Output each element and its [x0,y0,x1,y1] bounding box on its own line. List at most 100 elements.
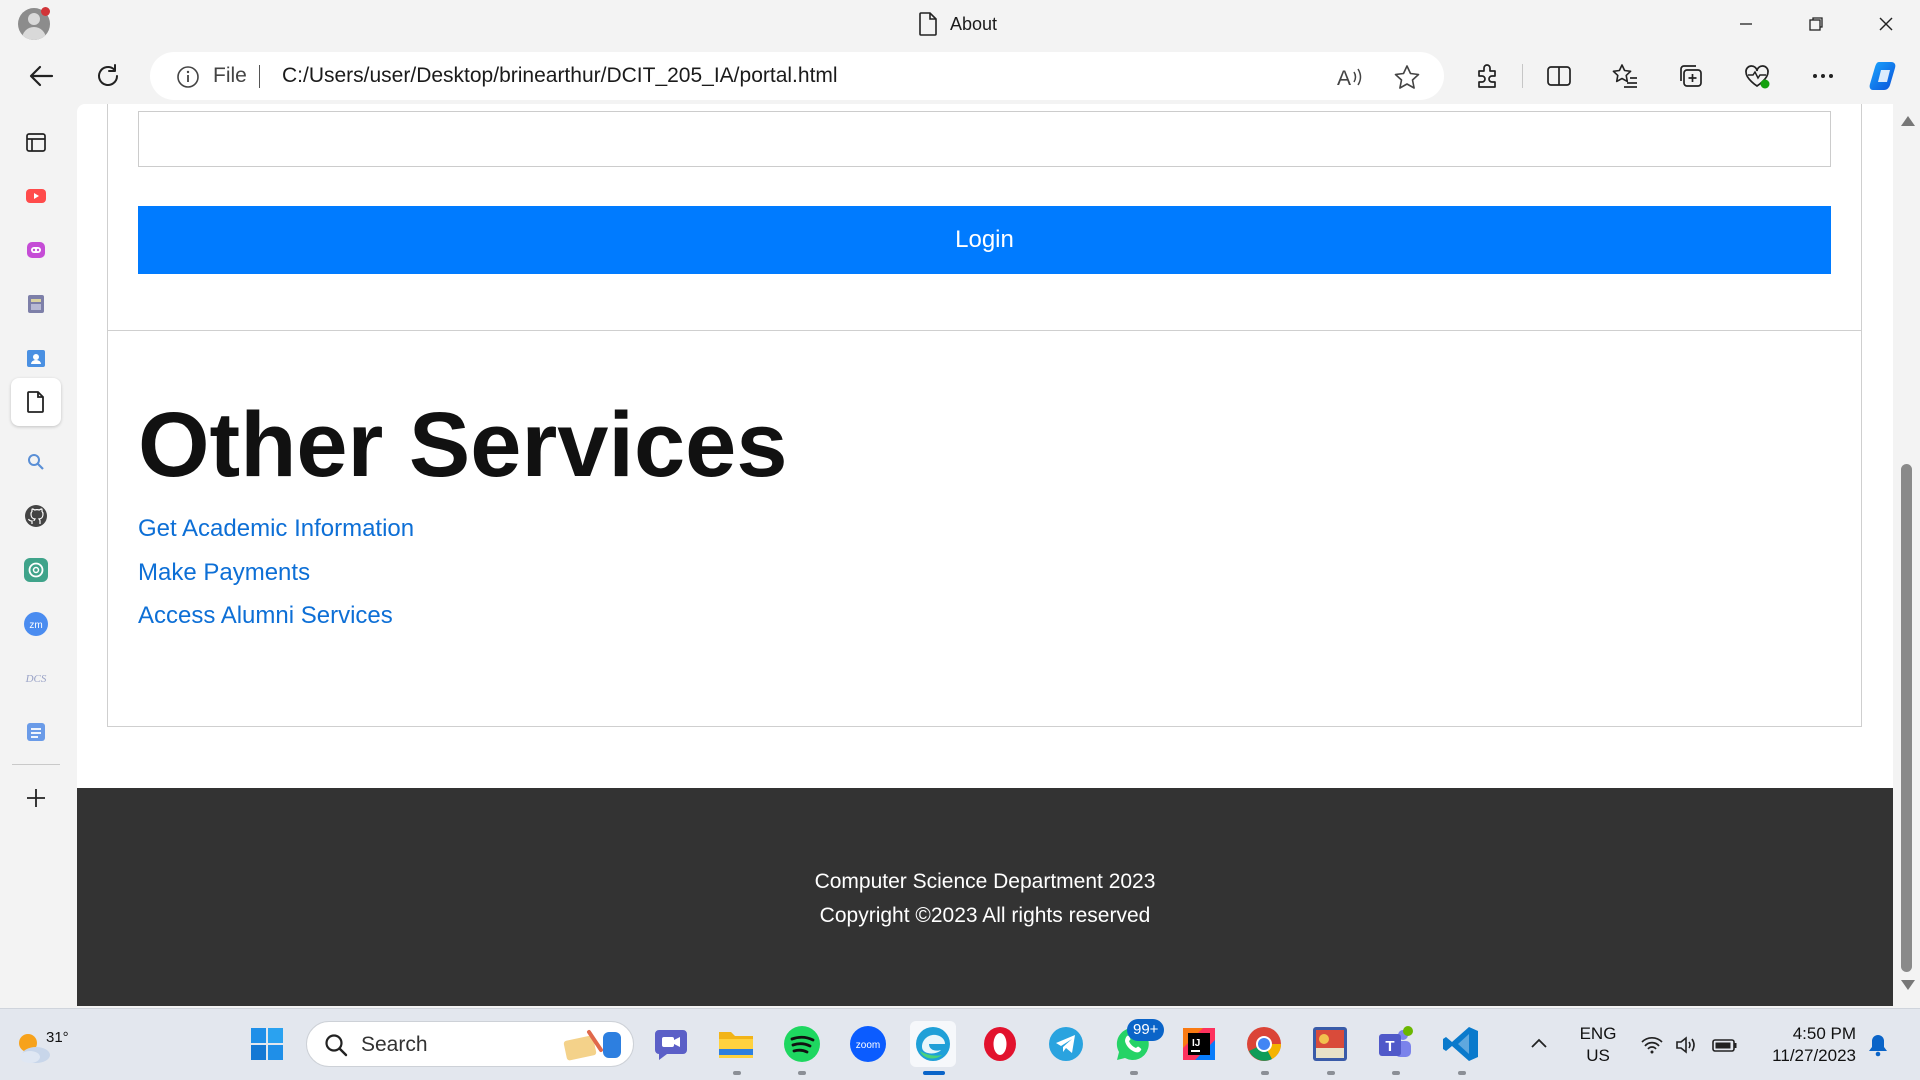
taskbar-opera[interactable] [977,1021,1023,1067]
academic-info-link[interactable]: Get Academic Information [138,515,414,543]
wifi-icon[interactable] [1640,1035,1664,1055]
minimize-button[interactable] [1728,8,1764,40]
browser-essentials-button[interactable] [1738,57,1776,95]
taskbar-zoom[interactable]: zoom [845,1021,891,1067]
back-button[interactable] [22,57,60,95]
sidebar-github[interactable] [11,492,61,540]
copilot-chat-icon [27,242,45,258]
search-icon [28,454,44,470]
telegram-icon [1049,1027,1083,1061]
chatgpt-icon [24,558,48,582]
scheme-label: File [213,64,247,87]
notes-icon [27,723,45,741]
start-icon [251,1028,283,1060]
sidebar-university[interactable] [11,280,61,328]
more-horizontal-icon [1813,74,1833,78]
svg-text:IJ: IJ [1192,1038,1200,1049]
taskbar-file-explorer[interactable] [713,1021,759,1067]
taskbar-edge[interactable] [910,1021,956,1067]
split-screen-button[interactable] [1540,57,1578,95]
url-text[interactable]: C:/Users/user/Desktop/brinearthur/DCIT_2… [282,64,838,88]
taskbar-vscode[interactable] [1438,1021,1484,1067]
taskbar-telegram[interactable] [1043,1021,1089,1067]
show-hidden-icons-button[interactable] [1516,1021,1562,1067]
address-bar[interactable]: File C:/Users/user/Desktop/brinearthur/D… [150,52,1444,100]
taskbar-search[interactable]: Search [306,1021,634,1067]
copilot-icon [1869,62,1896,90]
refresh-button[interactable] [89,57,127,95]
language-code: ENG [1579,1024,1617,1043]
weather-widget[interactable]: 31° [12,1019,69,1071]
tab-actions-icon [26,133,46,152]
sidebar-notes[interactable] [11,708,61,756]
sidebar-page-active[interactable] [11,378,61,426]
meet-icon [655,1030,687,1060]
favorites-button[interactable] [1606,57,1644,95]
sidebar-youtube[interactable] [11,172,61,220]
opera-icon [984,1027,1016,1061]
favorites-list-icon [1612,64,1637,88]
taskbar-clock[interactable]: 4:50 PM 11/27/2023 [1756,1023,1856,1067]
sidebar-divider [12,764,60,765]
sidebar-copilot-chat[interactable] [11,226,61,274]
sidebar-search[interactable] [11,438,61,486]
windows-taskbar: 31° Search zoom 99+ IJ T ENG US 4:50 PM … [0,1008,1920,1080]
sidebar-contacts[interactable] [11,334,61,382]
alumni-services-link[interactable]: Access Alumni Services [138,602,393,630]
taskbar-teams[interactable]: T [1372,1021,1418,1067]
extensions-button[interactable] [1468,57,1506,95]
close-button[interactable] [1868,8,1904,40]
start-button[interactable] [244,1021,290,1067]
sidebar-tab-actions[interactable] [11,118,61,166]
vertical-scrollbar[interactable] [1893,104,1920,1006]
taskbar-spotify[interactable] [779,1021,825,1067]
taskbar-game[interactable] [1307,1021,1353,1067]
clock-time: 4:50 PM [1792,1024,1856,1043]
restore-button[interactable] [1798,8,1834,40]
contacts-icon [27,350,45,367]
svg-text:DCS: DCS [25,673,47,685]
scroll-up-arrow-icon[interactable] [1901,116,1915,126]
heart-pulse-icon [1745,65,1770,89]
taskbar-meet[interactable] [648,1021,694,1067]
sidebar-dcit[interactable]: DCS [11,654,61,702]
zoom-icon: zm [24,612,48,636]
chrome-icon [1247,1027,1281,1061]
taskbar-chrome[interactable] [1241,1021,1287,1067]
notification-bell-icon[interactable] [1867,1033,1889,1057]
make-payments-link[interactable]: Make Payments [138,559,310,587]
sidebar-chatgpt[interactable] [11,546,61,594]
password-field[interactable] [138,111,1831,167]
footer-copyright: Copyright ©2023 All rights reserved [819,904,1151,927]
vscode-icon [1443,1027,1478,1061]
running-indicator [1130,1071,1138,1075]
restore-icon [1809,17,1823,31]
scroll-thumb[interactable] [1901,464,1912,972]
more-options-button[interactable] [1804,57,1842,95]
plus-icon [27,789,45,807]
search-icon [325,1034,348,1057]
copilot-button[interactable] [1866,57,1904,95]
services-heading: Other Services [138,394,788,496]
refresh-icon [98,64,118,86]
page-footer: Computer Science Department 2023 Copyrig… [77,788,1893,1006]
login-button[interactable]: Login [138,206,1831,274]
svg-text:zoom: zoom [856,1040,880,1051]
svg-text:A: A [1337,67,1351,90]
read-aloud-icon[interactable]: A [1335,64,1363,90]
sidebar-add-button[interactable] [11,774,61,822]
scroll-down-arrow-icon[interactable] [1901,980,1915,990]
collections-button[interactable] [1672,57,1710,95]
info-icon[interactable] [176,65,200,89]
volume-icon[interactable] [1674,1035,1698,1055]
page-viewport: Login Other Services Get Academic Inform… [77,104,1893,1006]
page-icon [27,391,44,413]
whatsapp-notification-badge: 99+ [1127,1019,1165,1041]
taskbar-intellij[interactable]: IJ [1176,1021,1222,1067]
favorite-star-icon[interactable] [1393,64,1421,90]
weather-temperature: 31° [46,1029,69,1046]
language-indicator[interactable]: ENG US [1578,1023,1618,1067]
extensions-icon [1478,64,1496,88]
sidebar-zoom[interactable]: zm [11,600,61,648]
battery-icon[interactable] [1712,1035,1738,1055]
